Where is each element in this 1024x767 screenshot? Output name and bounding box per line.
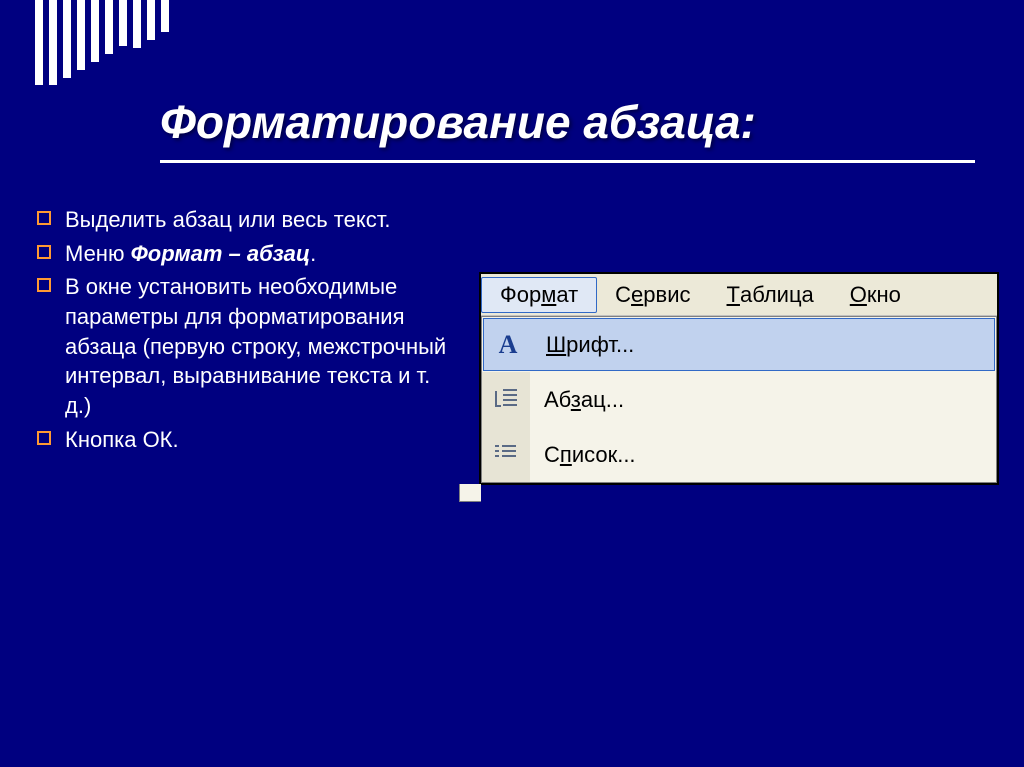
stripe <box>91 0 99 62</box>
dropdown-label: Список... <box>530 442 636 468</box>
stripe <box>77 0 85 70</box>
decorative-stripes <box>35 0 169 85</box>
menu-item-partial <box>919 274 939 315</box>
bullet-list: Выделить абзац или весь текст. Меню Форма… <box>35 205 455 455</box>
title-underline <box>160 160 975 163</box>
stripe <box>49 0 57 85</box>
menu-underline: О <box>850 282 867 308</box>
stripe <box>119 0 127 46</box>
stripe <box>63 0 71 78</box>
stripe <box>105 0 113 54</box>
menu-underline: м <box>541 282 556 308</box>
dropdown-item[interactable]: Абзац... <box>482 372 996 427</box>
menu-underline: е <box>631 282 643 308</box>
list-icon <box>482 427 530 482</box>
menu-underline: Т <box>727 282 740 308</box>
bullet-item: Выделить абзац или весь текст. <box>35 205 455 235</box>
stripe <box>161 0 169 32</box>
stripe <box>147 0 155 40</box>
bullet-item: Кнопка ОК. <box>35 425 455 455</box>
dropdown-label: Шрифт... <box>532 332 634 358</box>
menu-item[interactable]: Окно <box>832 274 919 315</box>
a-icon: A <box>484 319 532 370</box>
bullet-content: Выделить абзац или весь текст. Меню Форма… <box>35 205 455 459</box>
stripe <box>133 0 141 48</box>
menu-screenshot: ФорматСервисТаблицаОкно AШрифт... Абзац..… <box>480 273 998 484</box>
para-icon <box>482 372 530 427</box>
dropdown-menu: AШрифт... Абзац... Список... <box>481 316 997 483</box>
stripe <box>35 0 43 85</box>
menu-bar: ФорматСервисТаблицаОкно <box>481 274 997 316</box>
dropdown-item[interactable]: Список... <box>482 427 996 482</box>
bullet-square-icon <box>37 278 51 292</box>
bullet-item: В окне установить необходимые параметры … <box>35 272 455 420</box>
bullet-square-icon <box>37 431 51 445</box>
bullet-text: В окне установить необходимые параметры … <box>65 274 446 418</box>
bullet-text: Выделить абзац или весь текст. <box>65 207 390 232</box>
dropdown-item[interactable]: AШрифт... <box>483 318 995 371</box>
dropdown-tail <box>459 484 481 502</box>
bullet-square-icon <box>37 245 51 259</box>
bullet-item: Меню Формат – абзац. <box>35 239 455 269</box>
menu-item[interactable]: Формат <box>481 277 597 313</box>
bullet-square-icon <box>37 211 51 225</box>
bullet-text: . <box>310 241 316 266</box>
menu-item[interactable]: Таблица <box>709 274 832 315</box>
dropdown-label: Абзац... <box>530 387 624 413</box>
slide-title: Форматирование абзаца: <box>160 95 756 149</box>
bullet-emphasis: Формат – абзац <box>131 241 311 266</box>
menu-item[interactable]: Сервис <box>597 274 708 315</box>
bullet-text: Меню <box>65 241 131 266</box>
bullet-text: Кнопка ОК. <box>65 427 179 452</box>
